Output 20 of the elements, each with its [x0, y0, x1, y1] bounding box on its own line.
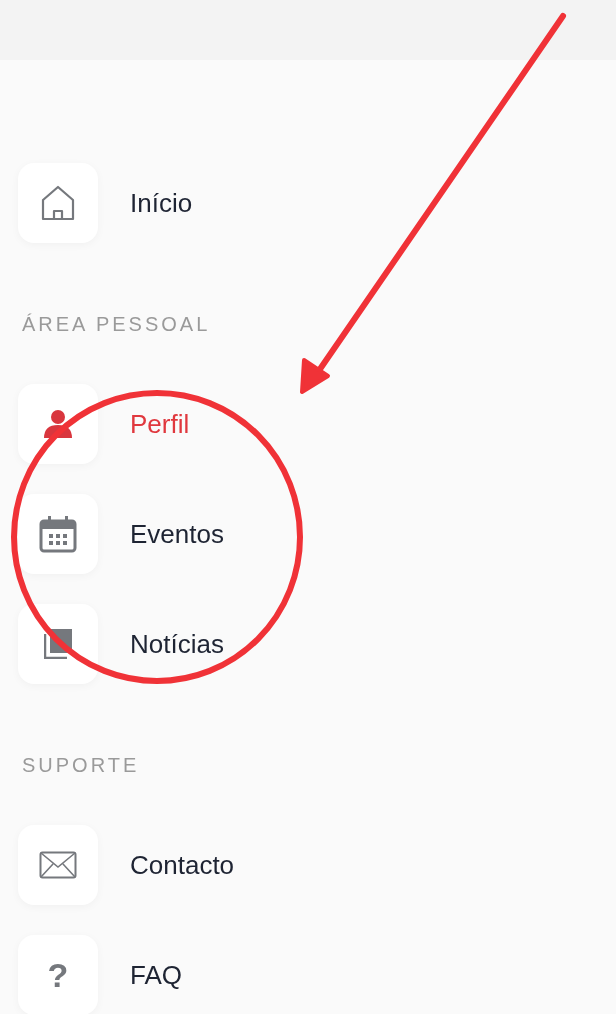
icon-tile[interactable]: ?	[18, 935, 98, 1014]
icon-tile[interactable]	[18, 494, 98, 574]
menu-item[interactable]: Início	[130, 187, 193, 219]
menu-item[interactable]: Contacto	[130, 849, 235, 881]
icon-tile[interactable]	[18, 604, 98, 684]
document-icon	[44, 629, 72, 659]
icon-tile[interactable]	[18, 163, 98, 243]
menu-item[interactable]: FAQ	[130, 959, 182, 991]
menu-item[interactable]: Notícias	[130, 628, 224, 660]
mail-icon	[39, 851, 77, 879]
menu-item[interactable]: Eventos	[130, 518, 224, 550]
section-header: ÁREA PESSOAL	[22, 312, 212, 337]
home-icon	[40, 184, 76, 222]
menu-item[interactable]: Perfil	[130, 408, 190, 440]
icon-tile[interactable]	[18, 825, 98, 905]
person-icon	[43, 408, 73, 440]
icon-tile[interactable]	[18, 384, 98, 464]
section-header: SUPORTE	[22, 753, 141, 778]
calendar-icon	[39, 515, 77, 553]
question-icon: ?	[47, 955, 69, 995]
